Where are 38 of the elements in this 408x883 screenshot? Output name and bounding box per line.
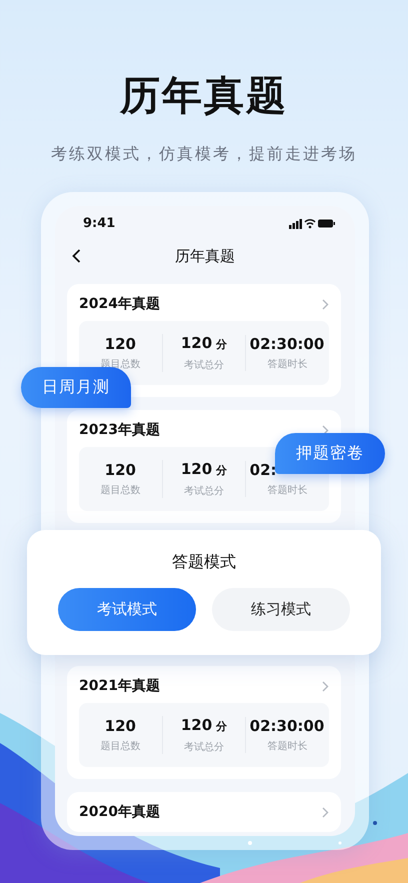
nav-title: 历年真题 <box>175 246 235 266</box>
back-icon[interactable] <box>72 249 81 263</box>
paper-card[interactable]: 2020年真题 <box>67 792 341 832</box>
stat-label: 考试总分 <box>184 359 224 372</box>
stat-label: 考试总分 <box>184 741 224 754</box>
paper-title: 2020年真题 <box>79 803 160 821</box>
stat-value: 02:30:00 <box>250 335 326 353</box>
stat-value: 120 <box>104 335 136 353</box>
paper-title: 2023年真题 <box>79 421 160 439</box>
dialog-title: 答题模式 <box>172 551 236 573</box>
stat-value: 02:30:00 <box>250 717 326 735</box>
feature-tag: 押题密卷 <box>275 433 385 474</box>
stat-value: 02: <box>250 461 278 479</box>
stat-label: 答题时长 <box>268 740 308 753</box>
mode-button[interactable]: 考试模式 <box>58 588 196 631</box>
paper-title: 2024年真题 <box>79 295 160 313</box>
feature-tag: 日周月测 <box>21 367 131 408</box>
chevron-right-icon[interactable] <box>322 680 329 692</box>
stat-value: 120 分 <box>180 460 228 480</box>
stat-label: 考试总分 <box>184 485 224 498</box>
chevron-right-icon[interactable] <box>322 424 329 436</box>
stat-label: 题目总数 <box>100 740 140 753</box>
stat-label: 题目总数 <box>100 484 140 497</box>
headline: 历年真题 <box>120 72 288 120</box>
stat-value: 120 <box>104 461 136 479</box>
subtitle: 考练双模式，仿真模考，提前走进考场 <box>51 144 357 164</box>
mode-button[interactable]: 练习模式 <box>212 588 350 631</box>
stat-value: 120 <box>104 717 136 735</box>
paper-card[interactable]: 2021年真题 120 题目总数 120 分 考试总分 02:30:00 答题时长 <box>67 666 341 779</box>
status-icons <box>289 218 335 228</box>
stat-value: 120 分 <box>180 334 228 354</box>
stat-label: 答题时长 <box>268 484 308 497</box>
paper-title: 2021年真题 <box>79 677 160 695</box>
stat-value: 120 分 <box>180 716 228 736</box>
stat-label: 答题时长 <box>268 358 308 371</box>
chevron-right-icon[interactable] <box>322 298 329 310</box>
chevron-right-icon[interactable] <box>322 806 329 818</box>
status-time: 9:41 <box>83 216 116 230</box>
